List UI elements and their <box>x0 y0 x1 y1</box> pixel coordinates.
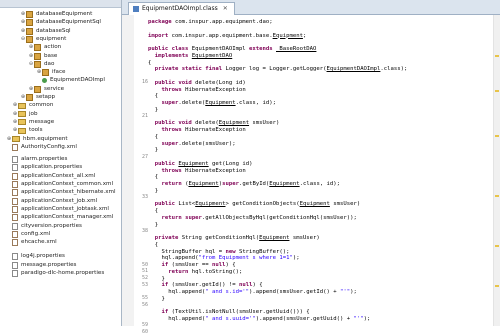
code-line: } <box>148 106 159 113</box>
xml-file-icon <box>12 239 18 247</box>
code-editor: EquipmentDAOImpl.class ✕ 16 21 27 33 38 50 51 5… <box>122 0 500 335</box>
xml-file-icon <box>12 143 18 151</box>
code-line: package com.inspur.app.equipment.dao; <box>148 19 273 25</box>
code-line: private static final Logger log = Logger… <box>154 66 408 73</box>
overview-marker[interactable] <box>495 195 499 197</box>
code-line: throws HibernateException <box>161 167 246 174</box>
code-line: return super.getAllObjectsByHql(getCondi… <box>161 214 357 221</box>
line-number: 33 <box>141 194 148 200</box>
code-line: public List<Equipment> getConditionObjec… <box>154 201 361 208</box>
package-icon <box>34 85 41 93</box>
properties-file-icon <box>12 156 18 164</box>
properties-file-icon <box>12 253 18 261</box>
code-line: throws HibernateException <box>161 127 246 133</box>
xml-file-icon <box>12 172 18 180</box>
editor-tab-bar: EquipmentDAOImpl.class ✕ <box>122 0 500 15</box>
line-number: 50 <box>141 261 148 268</box>
editor-tab[interactable]: EquipmentDAOImpl.class ✕ <box>128 2 235 15</box>
code-line: hql.append(" and s.id='").append(smsUser… <box>148 289 357 295</box>
line-number: 38 <box>141 227 148 234</box>
line-number: 51 <box>141 268 148 275</box>
folder-icon <box>18 111 26 118</box>
line-number: 60 <box>141 329 148 335</box>
code-line: private String getConditionHql(Equipment… <box>154 235 320 241</box>
line-number: 52 <box>141 275 148 281</box>
code-line: } <box>148 221 159 228</box>
code-line: import com.inspur.app.equipment.base.Equ… <box>148 32 307 39</box>
package-explorer: ⊕ databaseEquipment ⊕ databaseEquipmentSql ⊕… <box>0 0 122 326</box>
explorer-toolbar <box>0 0 121 8</box>
eclipse-window: ⊕ databaseEquipment ⊕ databaseEquipmentSql ⊕… <box>0 0 500 335</box>
overview-marker[interactable] <box>495 245 499 247</box>
code-line: } <box>148 295 165 302</box>
package-icon <box>26 19 33 27</box>
line-number: 53 <box>141 281 148 288</box>
tree-item-authorityconfig-xml[interactable]: AuthorityConfig.xml <box>6 143 77 152</box>
code-line: return (Equipment)super.getById(Equipmen… <box>161 181 341 187</box>
package-icon <box>34 44 41 52</box>
xml-file-icon <box>12 181 18 188</box>
line-number-gutter: 16 21 27 33 38 50 51 52 53 55 56 59 60 <box>134 15 148 335</box>
tree-item-label: paradigo-dlc-home.properties <box>21 270 105 276</box>
package-icon <box>26 94 33 101</box>
line-number: 21 <box>141 113 148 119</box>
vertical-scrollbar[interactable] <box>493 15 500 326</box>
folder-icon <box>18 127 26 134</box>
editor-tab-label: EquipmentDAOImpl.class <box>142 5 218 12</box>
package-icon <box>42 69 49 77</box>
code-line: super.delete(smsUser); <box>161 140 236 147</box>
xml-file-icon <box>12 214 18 222</box>
package-icon <box>26 27 33 35</box>
properties-file-icon <box>12 222 18 230</box>
tree-item-label: AuthorityConfig.xml <box>21 143 77 150</box>
code-line: throws HibernateException <box>161 86 246 93</box>
overview-marker[interactable] <box>495 135 499 137</box>
code-line: super.delete(Equipment.class, id); <box>161 100 277 106</box>
folder-icon <box>12 136 20 142</box>
folder-icon <box>18 119 26 126</box>
xml-file-icon <box>12 205 18 213</box>
overview-marker[interactable] <box>495 90 499 92</box>
line-number: 16 <box>141 79 148 86</box>
package-icon <box>34 60 41 68</box>
overview-marker[interactable] <box>495 285 499 287</box>
code-line: hql.append(" and s.uuid='").append(smsUs… <box>148 316 371 322</box>
code-line: implements EquipmentDAO <box>154 52 233 59</box>
line-number: 55 <box>141 295 148 302</box>
folder-icon <box>18 102 26 109</box>
line-number: 56 <box>141 302 148 308</box>
xml-file-icon <box>12 197 18 205</box>
xml-file-icon <box>12 230 18 238</box>
package-icon <box>26 35 33 43</box>
code-line: } <box>148 187 159 194</box>
properties-file-icon <box>12 164 18 172</box>
tree-item-paradigo-dlc-home-properties[interactable]: paradigo-dlc-home.properties <box>6 269 104 278</box>
line-number: 59 <box>141 322 148 329</box>
class-file-icon <box>133 6 139 12</box>
properties-file-icon <box>12 270 18 277</box>
class-icon <box>42 78 47 84</box>
overview-marker[interactable] <box>495 55 499 57</box>
close-icon[interactable]: ✕ <box>223 3 228 15</box>
tree-item-label: ehcache.xml <box>21 239 57 246</box>
properties-file-icon <box>12 261 18 269</box>
tree-item-ehcache-xml[interactable]: ehcache.xml <box>6 238 57 247</box>
code-line: } <box>148 147 159 154</box>
package-icon <box>34 52 41 60</box>
package-icon <box>26 11 33 18</box>
xml-file-icon <box>12 189 18 197</box>
line-number: 27 <box>141 153 148 160</box>
